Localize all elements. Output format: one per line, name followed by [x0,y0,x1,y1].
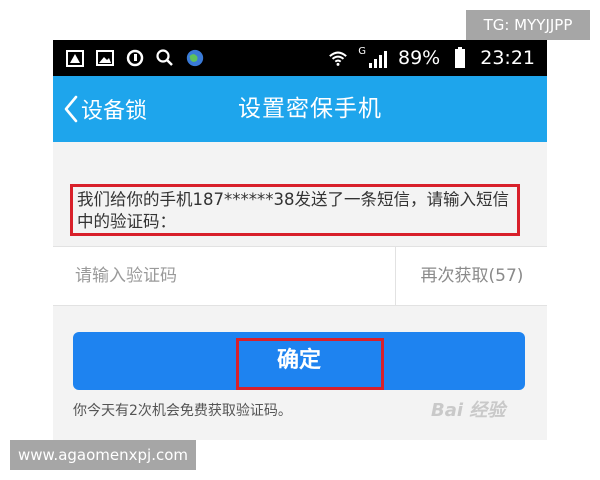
verification-row: 再次获取(57) [53,246,547,306]
free-code-hint: 你今天有2次机会免费获取验证码。 [73,403,292,419]
status-bar: G 89% 23:21 [53,40,547,76]
warning-icon [65,48,85,68]
system-icons: G 89% 23:21 [328,40,535,76]
url-watermark: www.agaomenxpj.com [10,440,196,470]
wifi-icon [328,48,348,68]
image-icon [95,48,115,68]
browser-globe-icon [185,48,205,68]
clock: 23:21 [480,47,535,69]
battery-icon [450,47,470,68]
sms-sent-message: 我们给你的手机187******38发送了一条短信，请输入短信中的验证码： [70,184,520,236]
notification-icons [65,46,205,70]
signal-indicator: G [358,47,388,69]
resend-code-button[interactable]: 再次获取(57) [395,247,547,305]
phone-screen: G 89% 23:21 设置密保手机 设备锁 我们给你的手机187******3… [53,40,547,440]
search-icon [155,48,175,68]
signal-bars-icon [369,51,387,68]
confirm-button[interactable]: 确定 [73,332,525,390]
battery-percent: 89% [398,47,441,69]
sync-icon [125,48,145,68]
baidu-watermark: Bai 经验 [431,400,506,421]
chevron-left-icon [63,94,79,124]
tg-watermark: TG: MYYJJPP [466,10,590,40]
verification-code-input[interactable] [53,247,395,305]
nav-bar: 设置密保手机 设备锁 [53,76,547,142]
back-label: 设备锁 [81,99,148,124]
network-type: G [358,46,366,57]
back-button[interactable]: 设备锁 [63,76,147,142]
